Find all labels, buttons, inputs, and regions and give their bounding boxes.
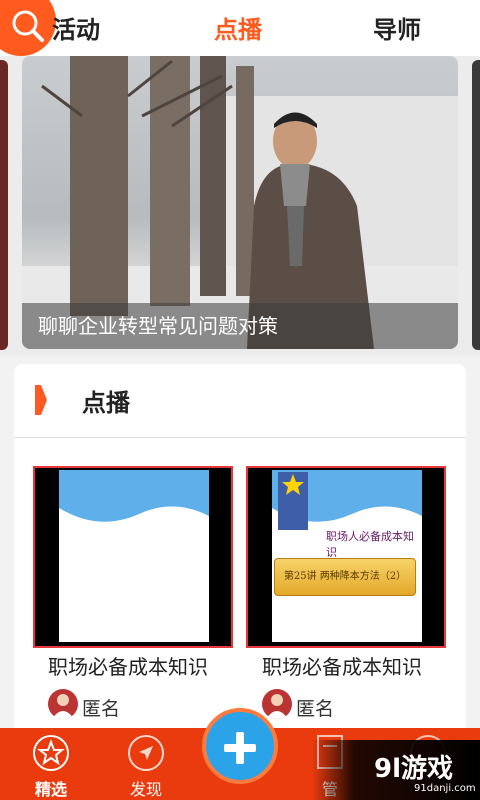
slide-badge: 第25讲 两种降本方法（2）: [274, 558, 416, 596]
video-thumbnail[interactable]: 职场人必备成本知识 第25讲 两种降本方法（2）: [246, 466, 446, 648]
top-tab-bar: 活动 点播 导师: [0, 0, 480, 56]
video-title[interactable]: 职场必备成本知识: [262, 651, 422, 680]
watermark-url: 91danji.com: [414, 783, 476, 794]
nav-label-pick: 精选: [34, 780, 67, 799]
slide-preview: [59, 470, 209, 642]
slide-wave-graphic: [272, 470, 422, 530]
search-button[interactable]: [0, 0, 56, 56]
video-author: 匿名: [296, 698, 335, 720]
slide-preview: 职场人必备成本知识 第25讲 两种降本方法（2）: [272, 470, 422, 642]
next-banner-peek[interactable]: [472, 60, 480, 350]
add-button[interactable]: [202, 708, 278, 784]
banner-slide[interactable]: 聊聊企业转型常见问题对策: [22, 56, 458, 349]
tab-mentor[interactable]: 导师: [373, 10, 421, 45]
search-icon: [12, 10, 44, 42]
nav-item-pick[interactable]: 精选: [11, 728, 91, 800]
nav-label-discover: 发现: [129, 780, 162, 799]
video-thumbnail[interactable]: [33, 466, 233, 648]
nav-item-discover[interactable]: 发现: [106, 728, 186, 800]
avatar: [262, 689, 292, 719]
section-marker-icon: [35, 385, 47, 415]
compass-icon: [128, 735, 164, 771]
watermark-logo: 9l游戏: [374, 754, 454, 784]
avatar: [48, 689, 78, 719]
slide-title: 职场人必备成本知识: [326, 530, 414, 559]
video-author: 匿名: [82, 698, 121, 720]
section-title: 点播: [82, 389, 130, 417]
slide-wave-graphic: [59, 470, 209, 530]
section-divider: [14, 437, 466, 438]
prev-banner-peek[interactable]: [0, 60, 8, 350]
tab-activity[interactable]: 活动: [52, 10, 100, 45]
banner-carousel[interactable]: 聊聊企业转型常见问题对策: [0, 56, 480, 356]
banner-caption: 聊聊企业转型常见问题对策: [38, 314, 278, 338]
tab-vod[interactable]: 点播: [214, 10, 262, 45]
star-icon: [33, 735, 69, 771]
video-title[interactable]: 职场必备成本知识: [48, 651, 208, 680]
